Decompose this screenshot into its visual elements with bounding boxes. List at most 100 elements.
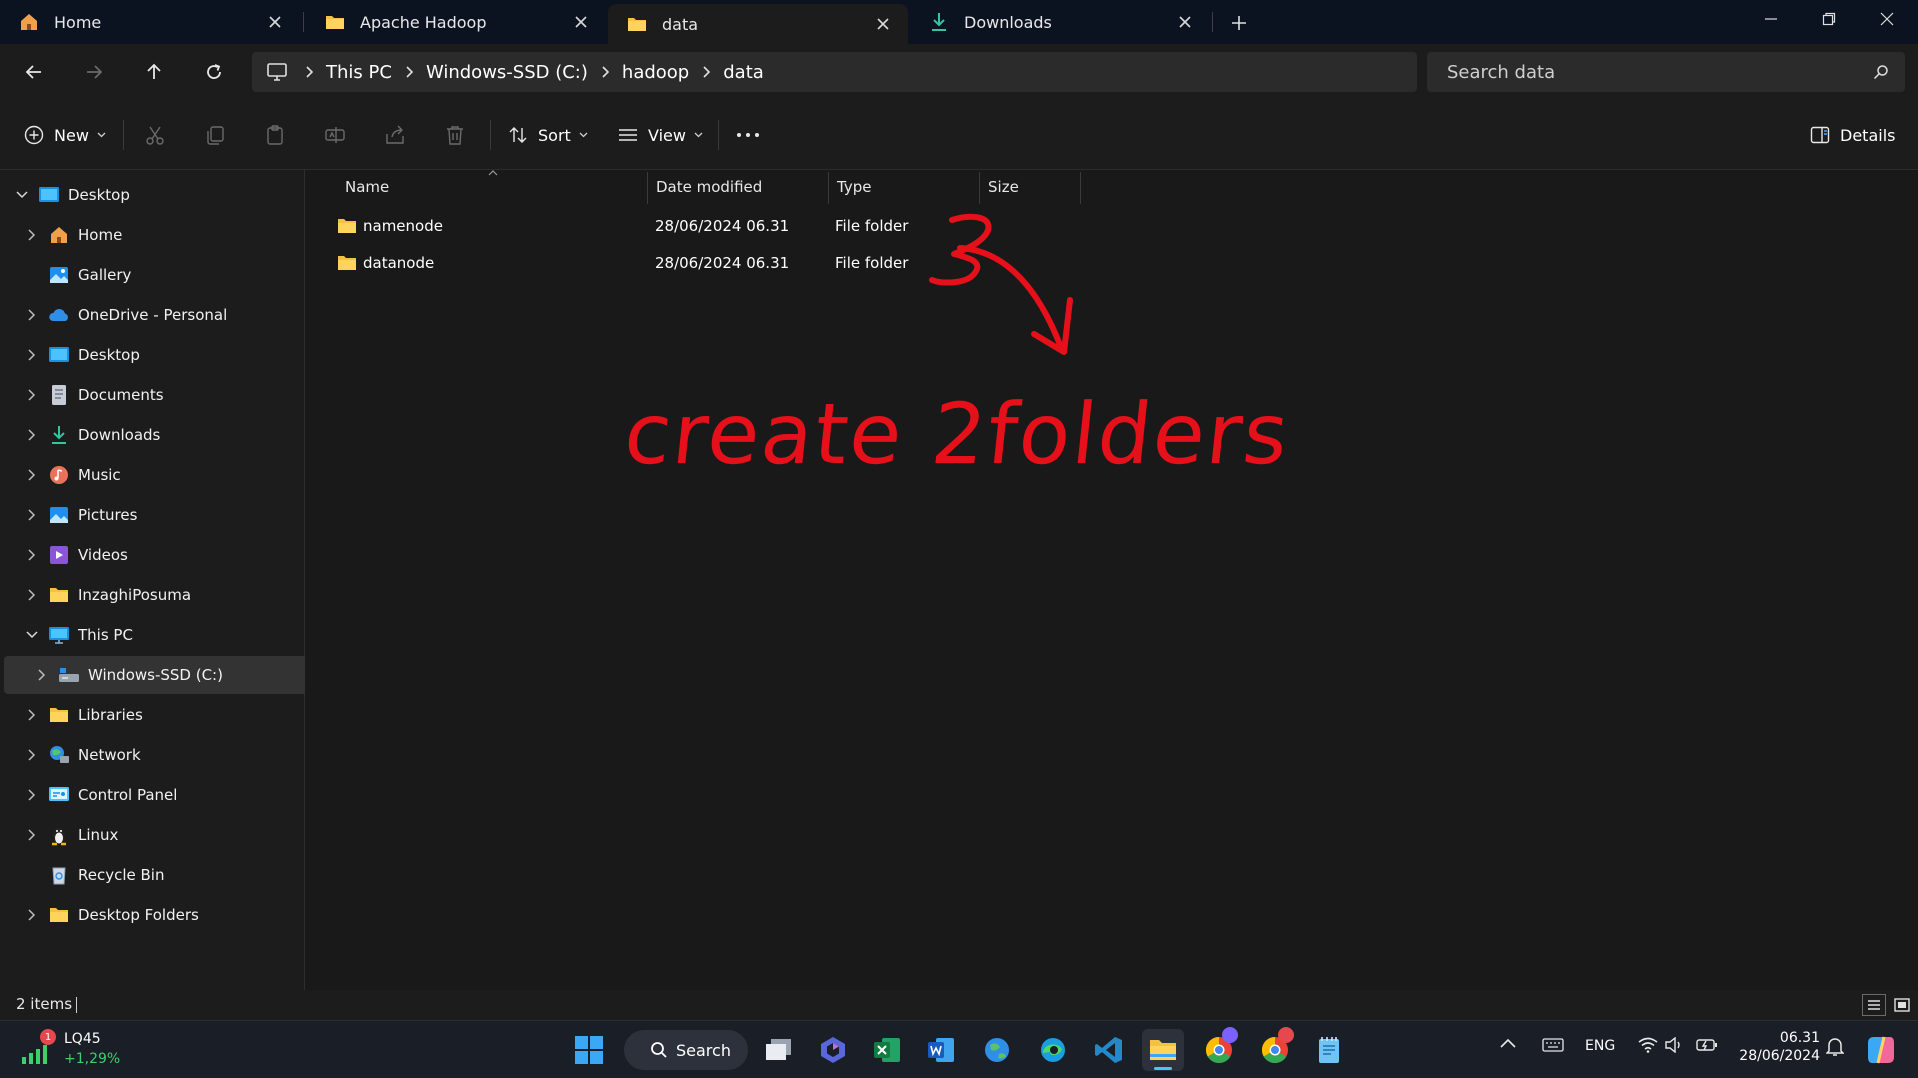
file-row[interactable]: namenode 28/06/2024 06.31 File folder bbox=[325, 209, 908, 243]
chevron-right-icon[interactable] bbox=[22, 505, 42, 525]
volume-icon[interactable] bbox=[1664, 1037, 1684, 1053]
breadcrumb-hadoop[interactable]: hadoop bbox=[622, 62, 689, 83]
sidebar-item-home[interactable]: Home bbox=[4, 216, 320, 254]
view-button[interactable]: View bbox=[618, 115, 703, 155]
taskbar-app-chrome[interactable] bbox=[1198, 1027, 1240, 1071]
notifications-button[interactable] bbox=[1826, 1037, 1844, 1057]
sidebar-item-music[interactable]: Music bbox=[4, 456, 320, 494]
details-button[interactable]: Details bbox=[1810, 115, 1903, 155]
refresh-button[interactable] bbox=[194, 52, 234, 92]
sidebar-item-desktop-root[interactable]: Desktop bbox=[4, 176, 310, 214]
chevron-right-icon[interactable] bbox=[22, 425, 42, 445]
task-view-button[interactable] bbox=[758, 1029, 800, 1071]
share-button[interactable] bbox=[384, 115, 406, 155]
sidebar-item-recycle-bin[interactable]: Recycle Bin bbox=[4, 856, 320, 894]
sidebar-item-desktop-folders[interactable]: Desktop Folders bbox=[4, 896, 320, 934]
stock-widget[interactable]: 1 LQ45 +1,29% bbox=[20, 1029, 140, 1071]
sidebar-item-documents[interactable]: Documents bbox=[4, 376, 320, 414]
sidebar-item-inzaghiposuma[interactable]: InzaghiPosuma bbox=[4, 576, 320, 614]
breadcrumb-data[interactable]: data bbox=[723, 62, 764, 83]
column-header-size[interactable]: Size bbox=[980, 170, 1080, 204]
forward-button[interactable] bbox=[74, 52, 114, 92]
close-icon[interactable] bbox=[868, 9, 898, 39]
back-button[interactable] bbox=[14, 52, 54, 92]
chevron-right-icon[interactable] bbox=[22, 385, 42, 405]
start-button[interactable] bbox=[568, 1029, 610, 1071]
restore-button[interactable] bbox=[1800, 0, 1858, 38]
new-tab-button[interactable] bbox=[1222, 6, 1256, 40]
column-header-date-modified[interactable]: Date modified bbox=[648, 170, 828, 204]
taskbar-app-excel[interactable] bbox=[866, 1029, 908, 1071]
search-input[interactable] bbox=[1445, 60, 1873, 84]
sidebar-item-downloads[interactable]: Downloads bbox=[4, 416, 320, 454]
column-header-name[interactable]: Name bbox=[337, 170, 649, 204]
chevron-right-icon[interactable] bbox=[22, 905, 42, 925]
chevron-down-icon[interactable] bbox=[12, 185, 32, 205]
breadcrumb-windows-ssd[interactable]: Windows-SSD (C:) bbox=[426, 62, 588, 83]
clock[interactable]: 06.31 28/06/2024 bbox=[1728, 1030, 1820, 1064]
chevron-down-icon[interactable] bbox=[22, 625, 42, 645]
sidebar-item-linux[interactable]: Linux bbox=[4, 816, 320, 854]
taskbar-app-edge[interactable] bbox=[1032, 1029, 1074, 1071]
close-icon[interactable] bbox=[260, 7, 290, 37]
sidebar-item-windows-ssd[interactable]: Windows-SSD (C:) bbox=[4, 656, 330, 694]
language-indicator[interactable]: ENG bbox=[1585, 1038, 1615, 1054]
sidebar-item-desktop[interactable]: Desktop bbox=[4, 336, 320, 374]
sidebar-item-network[interactable]: Network bbox=[4, 736, 320, 774]
taskbar-app-word[interactable] bbox=[920, 1029, 962, 1071]
sidebar-item-videos[interactable]: Videos bbox=[4, 536, 320, 574]
wifi-icon[interactable] bbox=[1638, 1037, 1658, 1053]
delete-button[interactable] bbox=[444, 115, 466, 155]
close-window-button[interactable] bbox=[1858, 0, 1916, 38]
taskbar-app-maps[interactable] bbox=[976, 1029, 1018, 1071]
sidebar-item-this-pc[interactable]: This PC bbox=[4, 616, 320, 654]
cut-button[interactable] bbox=[144, 115, 166, 155]
taskbar-search[interactable]: Search bbox=[624, 1030, 748, 1070]
sidebar-item-onedrive[interactable]: OneDrive - Personal bbox=[4, 296, 320, 334]
chevron-right-icon[interactable] bbox=[22, 585, 42, 605]
chevron-right-icon[interactable] bbox=[22, 345, 42, 365]
rename-button[interactable] bbox=[324, 115, 346, 155]
search-icon[interactable] bbox=[1873, 64, 1889, 80]
sort-button[interactable]: Sort bbox=[508, 115, 588, 155]
sidebar-item-control-panel[interactable]: Control Panel bbox=[4, 776, 320, 814]
up-button[interactable] bbox=[134, 52, 174, 92]
tab-downloads[interactable]: Downloads bbox=[910, 0, 1210, 44]
close-icon[interactable] bbox=[1170, 7, 1200, 37]
column-divider[interactable] bbox=[1080, 172, 1081, 204]
chevron-right-icon[interactable] bbox=[22, 825, 42, 845]
column-header-type[interactable]: Type bbox=[829, 170, 979, 204]
sidebar-item-pictures[interactable]: Pictures bbox=[4, 496, 320, 534]
chevron-right-icon[interactable] bbox=[22, 465, 42, 485]
new-button[interactable]: New bbox=[24, 115, 106, 155]
breadcrumb-this-pc[interactable]: This PC bbox=[326, 62, 392, 83]
tab-home[interactable]: Home bbox=[0, 0, 300, 44]
copy-button[interactable] bbox=[204, 115, 226, 155]
battery-icon[interactable] bbox=[1696, 1038, 1718, 1052]
minimize-button[interactable] bbox=[1742, 0, 1800, 38]
sidebar-item-libraries[interactable]: Libraries bbox=[4, 696, 320, 734]
search-box[interactable] bbox=[1427, 52, 1905, 92]
sidebar-item-gallery[interactable]: Gallery bbox=[4, 256, 320, 294]
chevron-right-icon[interactable] bbox=[22, 305, 42, 325]
taskbar-app-file-explorer[interactable] bbox=[1142, 1029, 1184, 1071]
chevron-right-icon[interactable] bbox=[22, 745, 42, 765]
paste-button[interactable] bbox=[264, 115, 286, 155]
chevron-right-icon[interactable] bbox=[22, 225, 42, 245]
tab-apache-hadoop[interactable]: Apache Hadoop bbox=[306, 0, 606, 44]
more-options-button[interactable] bbox=[734, 115, 762, 155]
close-icon[interactable] bbox=[566, 7, 596, 37]
taskbar-app-vscode[interactable] bbox=[1088, 1029, 1130, 1071]
chevron-right-icon[interactable] bbox=[22, 705, 42, 725]
chevron-right-icon[interactable] bbox=[32, 665, 52, 685]
large-icons-view-toggle[interactable] bbox=[1890, 994, 1914, 1016]
show-hidden-icons-button[interactable] bbox=[1500, 1038, 1516, 1048]
taskbar-app-chrome-profile[interactable] bbox=[1254, 1027, 1296, 1071]
keyboard-icon[interactable] bbox=[1542, 1038, 1564, 1052]
details-view-toggle[interactable] bbox=[1862, 994, 1886, 1016]
tab-data[interactable]: data bbox=[608, 4, 908, 44]
chevron-right-icon[interactable] bbox=[22, 785, 42, 805]
address-bar[interactable]: This PC Windows-SSD (C:) hadoop data bbox=[252, 52, 1417, 92]
copilot-tray-button[interactable] bbox=[1864, 1033, 1898, 1067]
taskbar-app-notepad[interactable] bbox=[1308, 1029, 1350, 1071]
